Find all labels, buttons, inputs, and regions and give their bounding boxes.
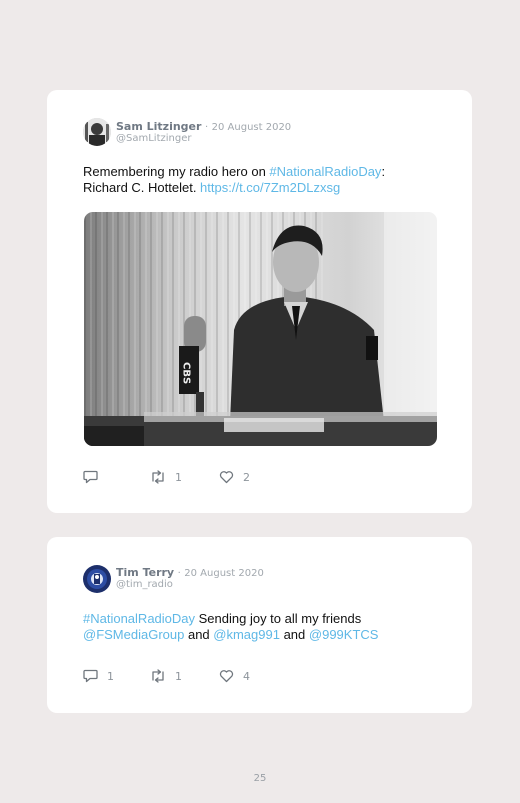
- text-segment: and: [279, 626, 309, 642]
- retweet-count: 1: [175, 669, 182, 683]
- page-number: 25: [253, 773, 267, 784]
- retweet-icon: [150, 470, 166, 484]
- url-link[interactable]: https://t.co/7Zm2DLzxsg: [200, 180, 340, 195]
- reply-icon: [83, 470, 98, 484]
- avatar[interactable]: [83, 118, 111, 146]
- like-button[interactable]: 4: [219, 668, 250, 684]
- tweet-actions: 1 1 4: [83, 668, 383, 684]
- author-name[interactable]: Tim Terry: [116, 566, 174, 579]
- mention-link[interactable]: @FSMediaGroup: [83, 627, 184, 642]
- author-handle[interactable]: @tim_radio: [116, 579, 173, 590]
- reply-button[interactable]: 1: [83, 668, 114, 684]
- text-segment: Richard C. Hottelet.: [83, 179, 201, 195]
- like-count: 2: [243, 470, 250, 484]
- tweet-card: Sam Litzinger · 20 August 2020 @SamLitzi…: [47, 90, 472, 513]
- tweet-text: #NationalRadioDay Sending joy to all my …: [83, 611, 443, 642]
- reply-button[interactable]: [83, 469, 107, 485]
- retweet-button[interactable]: 1: [150, 668, 182, 684]
- text-segment: Remembering my radio hero on: [83, 164, 270, 179]
- tweet-date[interactable]: 20 August 2020: [184, 568, 264, 579]
- retweet-icon: [150, 669, 166, 683]
- author-name[interactable]: Sam Litzinger: [116, 120, 201, 133]
- tweet-actions: 1 2: [83, 469, 383, 485]
- separator: ·: [177, 568, 181, 579]
- tweet-date[interactable]: 20 August 2020: [212, 122, 292, 133]
- tweet-card: Tim Terry · 20 August 2020 @tim_radio #N…: [47, 537, 472, 713]
- retweet-count: 1: [175, 470, 182, 484]
- like-count: 4: [243, 669, 250, 683]
- avatar[interactable]: [83, 565, 111, 593]
- heart-icon: [219, 669, 234, 683]
- text-segment: and: [184, 626, 214, 642]
- author-handle[interactable]: @SamLitzinger: [116, 133, 191, 144]
- retweet-button[interactable]: 1: [150, 469, 182, 485]
- hashtag-link[interactable]: #NationalRadioDay: [83, 611, 195, 626]
- text-segment: Sending joy to all my friends: [195, 611, 362, 626]
- mention-link[interactable]: @999KTCS: [309, 627, 379, 642]
- tweet-header: Sam Litzinger · 20 August 2020: [116, 120, 291, 134]
- reply-icon: [83, 669, 98, 683]
- tweet-photo[interactable]: CBS: [84, 212, 437, 446]
- reply-count: 1: [107, 669, 114, 683]
- separator: ·: [204, 122, 209, 133]
- tweet-text: Remembering my radio hero on #NationalRa…: [83, 164, 443, 195]
- like-button[interactable]: 2: [219, 469, 250, 485]
- hashtag-link[interactable]: #NationalRadioDay: [269, 164, 381, 179]
- text-segment: :: [381, 164, 386, 179]
- mention-link[interactable]: @kmag991: [213, 627, 280, 642]
- tweet-header: Tim Terry · 20 August 2020: [116, 566, 264, 580]
- mic-label: CBS: [181, 362, 192, 384]
- heart-icon: [219, 470, 234, 484]
